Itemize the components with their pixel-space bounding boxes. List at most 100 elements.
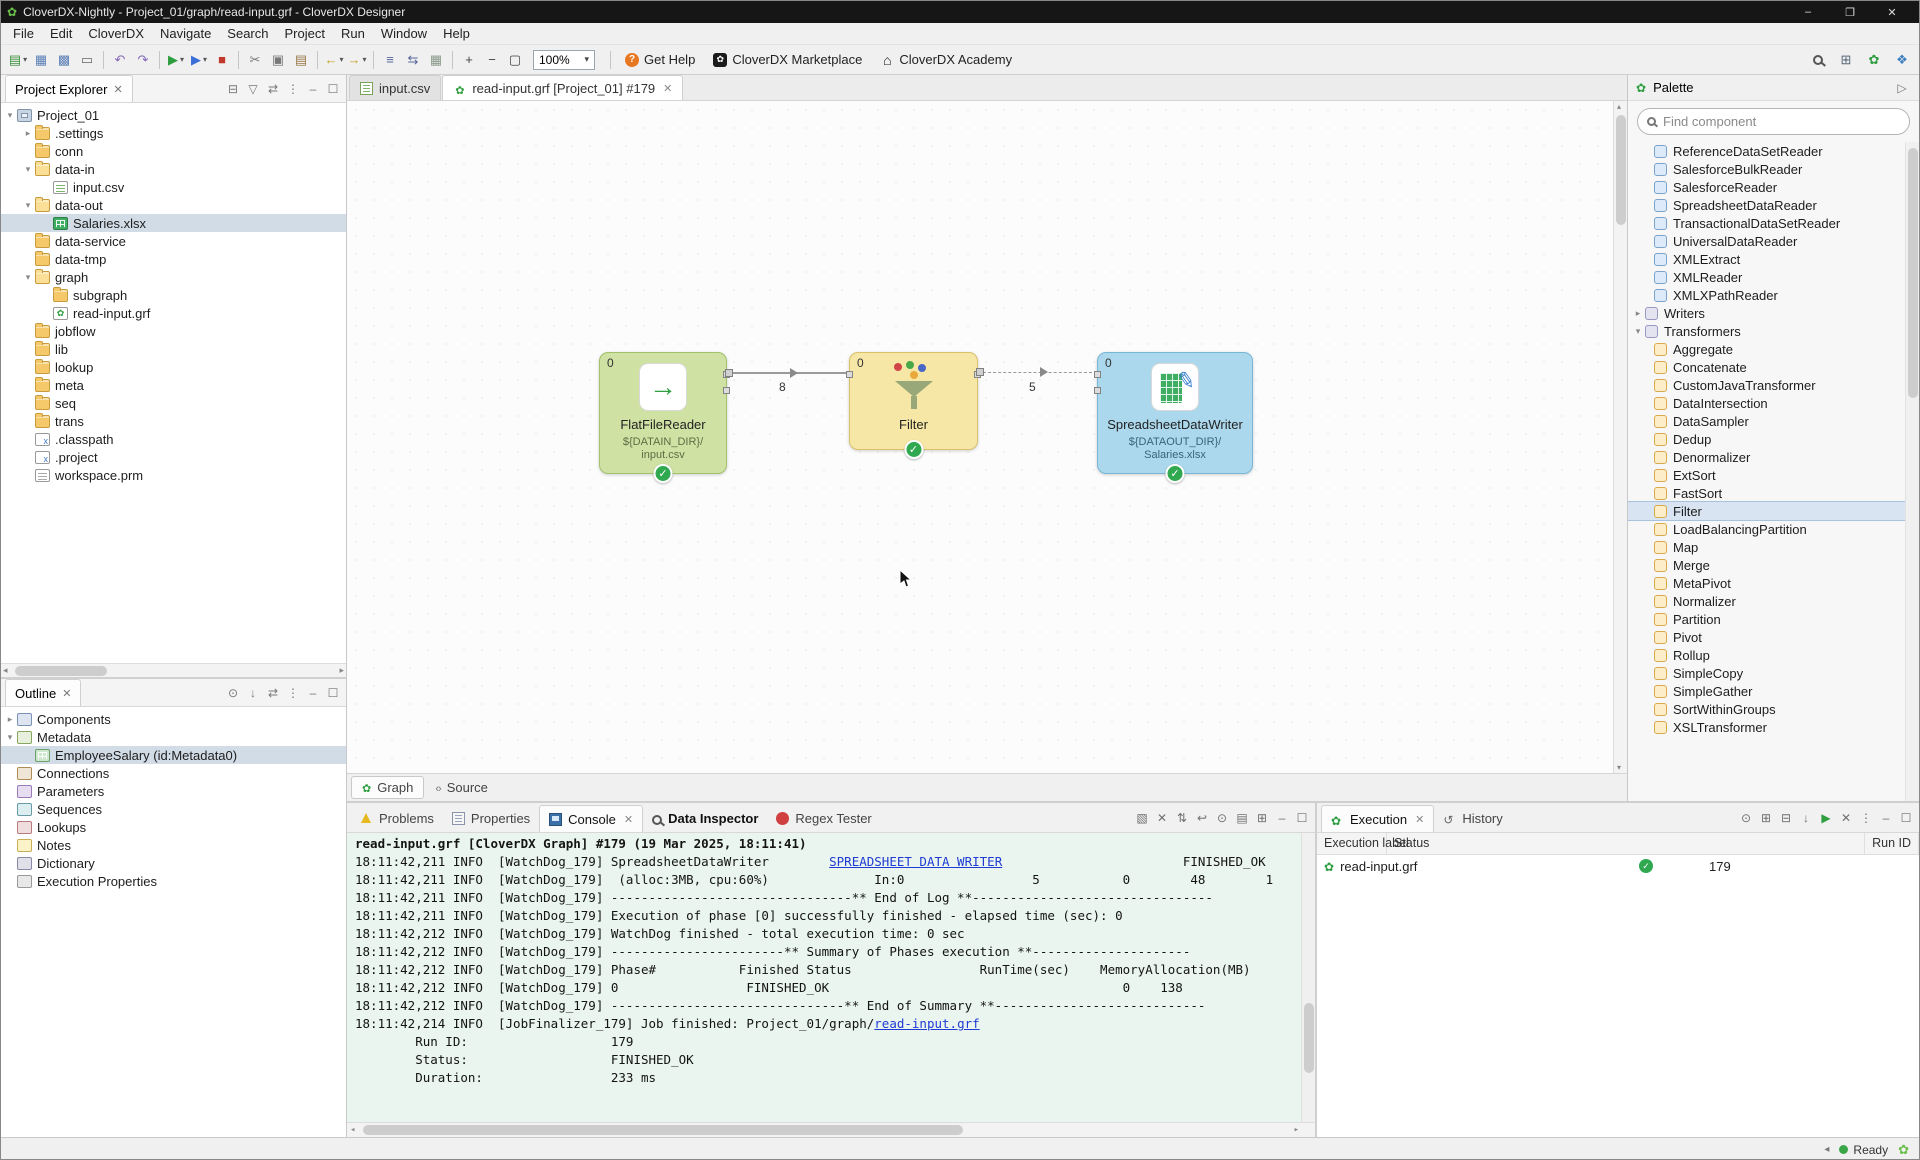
open-console-icon[interactable]: ⊞ <box>1253 809 1271 827</box>
palette-item[interactable]: XMLReader <box>1628 268 1919 286</box>
filter-tree-icon[interactable]: ▽ <box>244 80 262 98</box>
tree-item[interactable]: .classpath <box>1 430 346 448</box>
log-link[interactable]: read-input.grf <box>874 1016 979 1031</box>
palette-item[interactable]: DataSampler <box>1628 412 1919 430</box>
menu-item[interactable]: Help <box>435 24 478 43</box>
export-log-icon[interactable]: ↓ <box>1797 809 1815 827</box>
tab-input-csv[interactable]: input.csv <box>349 75 442 100</box>
print-icon[interactable]: ▭ <box>76 49 98 71</box>
project-explorer-tab[interactable]: Project Explorer ✕ <box>5 75 133 102</box>
input-port[interactable] <box>1094 371 1101 378</box>
outline-item[interactable]: Parameters <box>1 782 346 800</box>
get-help-button[interactable]: Get Help <box>616 48 704 72</box>
palette-item[interactable]: Concatenate <box>1628 358 1919 376</box>
collapse-all-icon[interactable]: ⊟ <box>224 80 242 98</box>
menu-item[interactable]: Run <box>333 24 373 43</box>
tab-properties[interactable]: Properties <box>443 805 539 832</box>
palette-search-input[interactable] <box>1663 114 1900 129</box>
clear-console-icon[interactable]: ▧ <box>1133 809 1151 827</box>
link-with-editor-icon[interactable]: ⇄ <box>264 80 282 98</box>
close-view-icon[interactable]: ✕ <box>62 687 71 700</box>
search-icon[interactable] <box>1807 49 1829 71</box>
palette-item[interactable]: Partition <box>1628 610 1919 628</box>
close-tab-icon[interactable]: ✕ <box>1415 813 1424 826</box>
palette-item[interactable]: Map <box>1628 538 1919 556</box>
menu-item[interactable]: Project <box>277 24 333 43</box>
outline-item[interactable]: Components <box>1 710 346 728</box>
palette-item[interactable]: SimpleGather <box>1628 682 1919 700</box>
tree-item[interactable]: conn <box>1 142 346 160</box>
zoom-in-icon[interactable]: + <box>458 49 480 71</box>
collapse-all-icon[interactable]: ⊟ <box>1777 809 1795 827</box>
tree-item[interactable]: .settings <box>1 124 346 142</box>
paste-icon[interactable]: ▤ <box>290 49 312 71</box>
tab-data-inspector[interactable]: Data Inspector <box>643 805 767 832</box>
outline-tab[interactable]: Outline ✕ <box>5 679 82 706</box>
tree-item[interactable]: seq <box>1 394 346 412</box>
menu-item[interactable]: Edit <box>42 24 80 43</box>
maximize-panel-icon[interactable]: ☐ <box>1293 809 1311 827</box>
log-link[interactable]: SPREADSHEET DATA WRITER <box>829 854 1002 869</box>
new-graph-icon[interactable]: ▤ <box>7 49 29 71</box>
output-port[interactable] <box>723 387 730 394</box>
outline-item[interactable]: Execution Properties <box>1 872 346 890</box>
scrollbar-thumb[interactable] <box>1304 1003 1314 1073</box>
tree-expander-icon[interactable] <box>3 110 17 121</box>
minimize-panel-icon[interactable]: – <box>1273 809 1291 827</box>
outline-item[interactable]: Sequences <box>1 800 346 818</box>
restore-trim-icon[interactable]: ◂ <box>1824 1144 1829 1155</box>
palette-item[interactable]: CustomJavaTransformer <box>1628 376 1919 394</box>
palette-item[interactable]: XMLXPathReader <box>1628 286 1919 304</box>
palette-item[interactable]: DataIntersection <box>1628 394 1919 412</box>
palette-item[interactable]: Denormalizer <box>1628 448 1919 466</box>
scrollbar-thumb[interactable] <box>363 1125 963 1135</box>
view-menu-icon[interactable]: ⋮ <box>1857 809 1875 827</box>
palette-item[interactable]: Writers <box>1628 304 1919 322</box>
tree-item[interactable]: meta <box>1 376 346 394</box>
distribute-icon[interactable]: ⇆ <box>402 49 424 71</box>
run-graph-icon[interactable]: ▶ <box>165 49 187 71</box>
outline-item[interactable]: Dictionary <box>1 854 346 872</box>
link-with-editor-icon[interactable]: ⇄ <box>264 684 282 702</box>
focus-icon[interactable]: ⊙ <box>224 684 242 702</box>
tree-expander-icon[interactable] <box>3 714 17 725</box>
undo-icon[interactable]: ↶ <box>109 49 131 71</box>
tree-item[interactable]: .project <box>1 448 346 466</box>
cloverdx-perspective-icon[interactable]: ✿ <box>1863 49 1885 71</box>
tree-item[interactable]: jobflow <box>1 322 346 340</box>
node-spreadsheetdatawriter[interactable]: 0 ✎ SpreadsheetDataWriter ${DATAOUT_DIR}… <box>1094 352 1253 483</box>
palette-item[interactable]: XSLTransformer <box>1628 718 1919 736</box>
tree-expander-icon[interactable] <box>21 200 35 211</box>
tree-item[interactable]: read-input.grf <box>1 304 346 322</box>
zoom-select[interactable]: 100% <box>533 49 595 70</box>
palette-item[interactable]: Dedup <box>1628 430 1919 448</box>
outline-item[interactable]: Lookups <box>1 818 346 836</box>
menu-item[interactable]: CloverDX <box>80 24 152 43</box>
collapse-palette-icon[interactable]: ▷ <box>1893 79 1911 97</box>
scrollbar-thumb[interactable] <box>1908 148 1918 398</box>
node-filter[interactable]: 0 Filter <box>846 352 981 459</box>
view-menu-icon[interactable]: ⋮ <box>284 80 302 98</box>
cut-icon[interactable]: ✂ <box>244 49 266 71</box>
column-header[interactable]: Run ID <box>1865 833 1919 854</box>
palette-item[interactable]: ExtSort <box>1628 466 1919 484</box>
save-icon[interactable]: ▦ <box>30 49 52 71</box>
minimize-panel-icon[interactable]: – <box>1877 809 1895 827</box>
palette-item[interactable]: LoadBalancingPartition <box>1628 520 1919 538</box>
tab-source-view[interactable]: Source <box>424 776 499 799</box>
palette-item[interactable]: MetaPivot <box>1628 574 1919 592</box>
console-hscrollbar[interactable] <box>347 1122 1315 1137</box>
tree-item[interactable]: data-in <box>1 160 346 178</box>
outline-item[interactable]: EmployeeSalary (id:Metadata0) <box>1 746 346 764</box>
palette-item[interactable]: SimpleCopy <box>1628 664 1919 682</box>
menu-item[interactable]: Search <box>219 24 276 43</box>
outline-item[interactable]: Notes <box>1 836 346 854</box>
maximize-panel-icon[interactable]: ☐ <box>324 80 342 98</box>
stop-graph-icon[interactable]: ■ <box>211 49 233 71</box>
tree-item[interactable]: input.csv <box>1 178 346 196</box>
column-header[interactable]: Status <box>1387 833 1866 854</box>
grid-icon[interactable]: ▦ <box>425 49 447 71</box>
palette-item[interactable]: FastSort <box>1628 484 1919 502</box>
palette-item[interactable]: Filter <box>1628 501 1919 521</box>
outline-item[interactable]: Metadata <box>1 728 346 746</box>
